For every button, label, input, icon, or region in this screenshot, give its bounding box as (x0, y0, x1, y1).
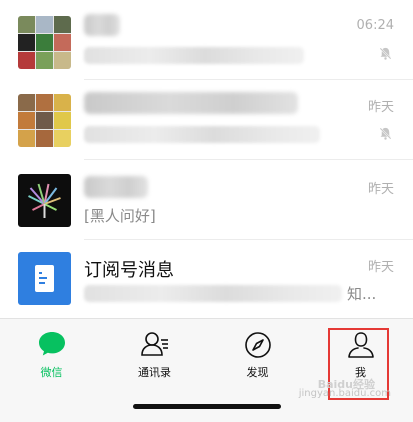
watermark-text: jingyan.baidu.com (298, 388, 391, 399)
chat-preview-blurred (84, 285, 342, 302)
chat-item[interactable]: 06:24 (0, 0, 413, 80)
chat-item[interactable]: 订阅号消息 知... 昨天 (0, 240, 413, 318)
subscription-avatar (18, 252, 71, 305)
chat-item[interactable]: 昨天 (0, 80, 413, 160)
chat-item[interactable]: [黑人问好] 昨天 (0, 160, 413, 240)
group-avatar (18, 16, 71, 69)
chat-preview-blurred (84, 47, 304, 64)
document-icon (35, 265, 54, 292)
tab-chats[interactable]: 微信 (0, 319, 103, 389)
chat-name-blurred (84, 14, 120, 36)
tab-discover[interactable]: 发现 (206, 319, 309, 389)
chat-time: 昨天 (367, 260, 394, 275)
contact-avatar (18, 174, 71, 227)
group-avatar (18, 94, 71, 147)
chat-preview-blurred (84, 126, 320, 143)
chat-preview-suffix: 知... (347, 285, 377, 303)
compass-icon (244, 332, 271, 358)
home-indicator[interactable] (133, 404, 281, 409)
tab-label: 发现 (246, 366, 269, 379)
chat-preview: [黑人问好] (84, 207, 156, 225)
contacts-icon (140, 332, 168, 356)
chat-name: 订阅号消息 (84, 260, 174, 281)
mute-bell-icon (379, 47, 392, 60)
chat-name-blurred (84, 92, 298, 114)
chat-bubble-icon (38, 332, 65, 356)
mute-bell-icon (379, 127, 392, 140)
chat-time: 昨天 (367, 182, 394, 197)
chat-time: 06:24 (356, 18, 394, 33)
chat-name-blurred (84, 176, 148, 198)
feather-art-icon (28, 183, 61, 218)
tab-label: 微信 (40, 366, 63, 379)
chat-time: 昨天 (367, 100, 394, 115)
tab-label: 通讯录 (138, 366, 171, 379)
tab-contacts[interactable]: 通讯录 (103, 319, 206, 389)
